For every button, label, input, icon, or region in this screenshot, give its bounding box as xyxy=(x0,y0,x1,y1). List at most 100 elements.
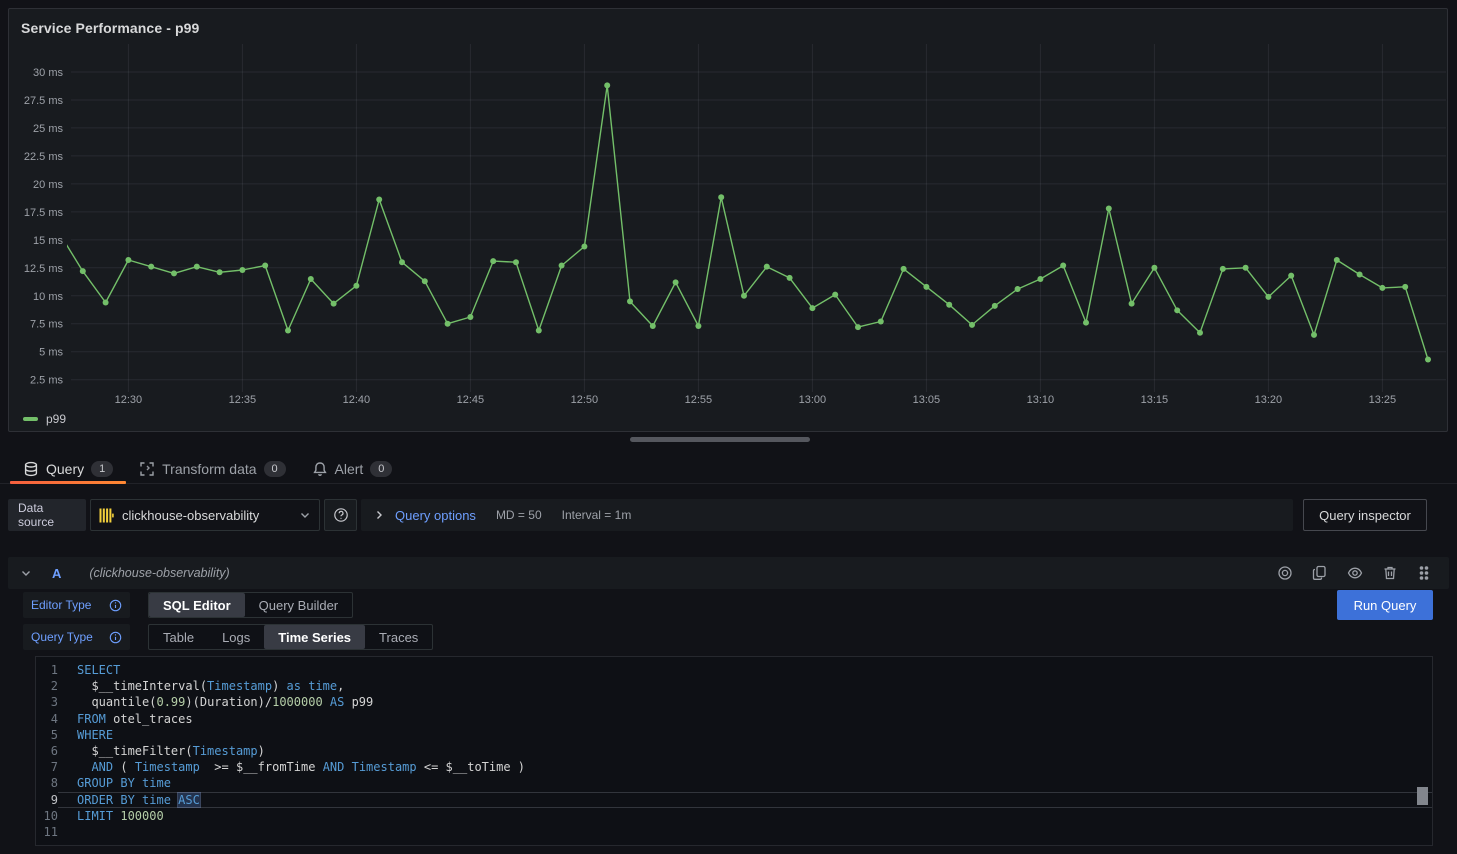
x-axis-tick: 12:50 xyxy=(571,394,599,406)
option-traces[interactable]: Traces xyxy=(365,625,432,649)
series-p99 xyxy=(57,82,1431,362)
editor-type-label: Editor Type xyxy=(31,598,91,612)
code-line: 2 $__timeInterval(Timestamp) as time, xyxy=(36,678,1432,694)
datasource-toolbar: Data source clickhouse-observability xyxy=(8,499,1427,531)
tab-transform-data[interactable]: Transform data 0 xyxy=(126,454,298,483)
query-datasource-hint: (clickhouse-observability) xyxy=(89,566,229,580)
code-line: 8GROUP BY time xyxy=(36,775,1432,791)
code-line: 6 $__timeFilter(Timestamp) xyxy=(36,743,1432,759)
drag-handle-icon[interactable] xyxy=(1417,565,1433,581)
chevron-down-icon xyxy=(299,509,311,521)
y-axis-tick: 20 ms xyxy=(33,179,63,191)
editor-scrollbar-thumb[interactable] xyxy=(1417,787,1428,805)
y-axis-tick: 12.5 ms xyxy=(24,263,64,275)
y-axis-tick: 15 ms xyxy=(33,235,63,247)
option-sql-editor[interactable]: SQL Editor xyxy=(149,593,245,617)
code-line: 4FROM otel_traces xyxy=(36,711,1432,727)
y-axis-tick: 22.5 ms xyxy=(24,151,64,163)
duplicate-query-icon[interactable] xyxy=(1312,565,1328,581)
y-axis-tick: 30 ms xyxy=(33,67,63,79)
query-ref-id[interactable]: A xyxy=(52,566,61,581)
code-line: 1SELECT xyxy=(36,662,1432,678)
tab-alert-label: Alert xyxy=(335,461,364,477)
panel-title[interactable]: Service Performance - p99 xyxy=(21,20,199,36)
tab-query-count: 1 xyxy=(91,461,113,477)
query-inspector-button[interactable]: Query inspector xyxy=(1303,499,1427,531)
tab-query[interactable]: Query 1 xyxy=(10,454,126,483)
line-number: 6 xyxy=(36,743,58,759)
delete-query-trash-icon[interactable] xyxy=(1382,565,1398,581)
run-query-button[interactable]: Run Query xyxy=(1337,590,1433,620)
datasource-name: clickhouse-observability xyxy=(122,508,291,523)
hide-query-eye-icon[interactable] xyxy=(1347,565,1363,581)
code-line: 5WHERE xyxy=(36,727,1432,743)
question-circle-icon xyxy=(333,507,349,523)
x-axis-tick: 13:10 xyxy=(1027,394,1055,406)
line-number: 2 xyxy=(36,678,58,694)
edit-pane-tabs: Query 1 Transform data 0 A xyxy=(0,454,1457,484)
timeseries-chart: 2.5 ms 5 ms 7.5 ms 10 ms 12.5 ms 15 ms 17.5 ms… xyxy=(9,9,1449,431)
query-options-link[interactable]: Query options xyxy=(395,508,476,523)
transform-icon xyxy=(139,461,155,477)
info-circle-icon[interactable] xyxy=(109,599,122,612)
tab-alert[interactable]: Alert 0 xyxy=(299,454,406,483)
tab-transform-count: 0 xyxy=(264,461,286,477)
angle-right-icon[interactable] xyxy=(373,509,385,521)
code-line: 11 xyxy=(36,824,1432,840)
x-axis-tick: 13:20 xyxy=(1255,394,1283,406)
y-axis-tick: 27.5 ms xyxy=(24,95,64,107)
code-line: 9ORDER BY time ASC xyxy=(36,792,1432,808)
sql-code-editor[interactable]: 1SELECT2 $__timeInterval(Timestamp) as t… xyxy=(35,656,1433,846)
y-axis-tick: 25 ms xyxy=(33,123,63,135)
y-axis-tick: 10 ms xyxy=(33,291,63,303)
target-icon[interactable] xyxy=(1277,565,1293,581)
line-number: 3 xyxy=(36,694,58,710)
info-circle-icon[interactable] xyxy=(109,631,122,644)
x-axis-tick: 12:30 xyxy=(115,394,143,406)
option-time-series[interactable]: Time Series xyxy=(264,625,365,649)
interval-value: Interval = 1m xyxy=(562,508,632,522)
line-number: 7 xyxy=(36,759,58,775)
datasource-label: Data source xyxy=(8,499,86,531)
code-line: 3 quantile(0.99)(Duration)/1000000 AS p9… xyxy=(36,694,1432,710)
option-query-builder[interactable]: Query Builder xyxy=(245,593,352,617)
datasource-picker[interactable]: clickhouse-observability xyxy=(90,499,320,531)
x-axis-tick: 13:25 xyxy=(1369,394,1397,406)
tab-query-label: Query xyxy=(46,461,84,477)
y-axis-tick: 7.5 ms xyxy=(30,319,64,331)
query-type-label: Query Type xyxy=(31,630,93,644)
line-number: 5 xyxy=(36,727,58,743)
legend-swatch xyxy=(23,417,38,421)
max-data-points-value: MD = 50 xyxy=(496,508,542,522)
tab-alert-count: 0 xyxy=(370,461,392,477)
y-axis-tick: 2.5 ms xyxy=(30,375,64,387)
legend-label: p99 xyxy=(46,412,66,426)
x-axis-tick: 13:15 xyxy=(1141,394,1169,406)
bell-icon xyxy=(312,461,328,477)
query-type-radio-group: TableLogsTime SeriesTraces xyxy=(148,624,433,650)
option-table[interactable]: Table xyxy=(149,625,208,649)
line-number: 9 xyxy=(36,792,58,808)
x-axis-tick: 12:55 xyxy=(685,394,713,406)
x-axis-tick: 13:00 xyxy=(799,394,827,406)
line-number: 1 xyxy=(36,662,58,678)
query-row-header: A (clickhouse-observability) xyxy=(8,557,1449,589)
query-type-label-box: Query Type xyxy=(23,624,130,650)
editor-type-radio-group: SQL EditorQuery Builder xyxy=(148,592,353,618)
query-type-row: Query Type TableLogsTime SeriesTraces xyxy=(23,624,433,650)
line-number: 10 xyxy=(36,808,58,824)
query-options-strip: Query options MD = 50 Interval = 1m xyxy=(361,499,1293,531)
legend-item[interactable]: p99 xyxy=(23,412,66,426)
editor-type-label-box: Editor Type xyxy=(23,592,130,618)
x-axis-tick: 12:45 xyxy=(457,394,485,406)
code-line: 10LIMIT 100000 xyxy=(36,808,1432,824)
panel-resize-handle[interactable] xyxy=(630,437,810,442)
database-icon xyxy=(23,461,39,477)
collapse-query-icon[interactable] xyxy=(20,567,32,579)
y-axis-tick: 17.5 ms xyxy=(24,207,64,219)
datasource-help-button[interactable] xyxy=(324,499,357,531)
option-logs[interactable]: Logs xyxy=(208,625,264,649)
x-axis-tick: 12:40 xyxy=(343,394,371,406)
line-number: 4 xyxy=(36,711,58,727)
y-axis-tick: 5 ms xyxy=(39,347,63,359)
